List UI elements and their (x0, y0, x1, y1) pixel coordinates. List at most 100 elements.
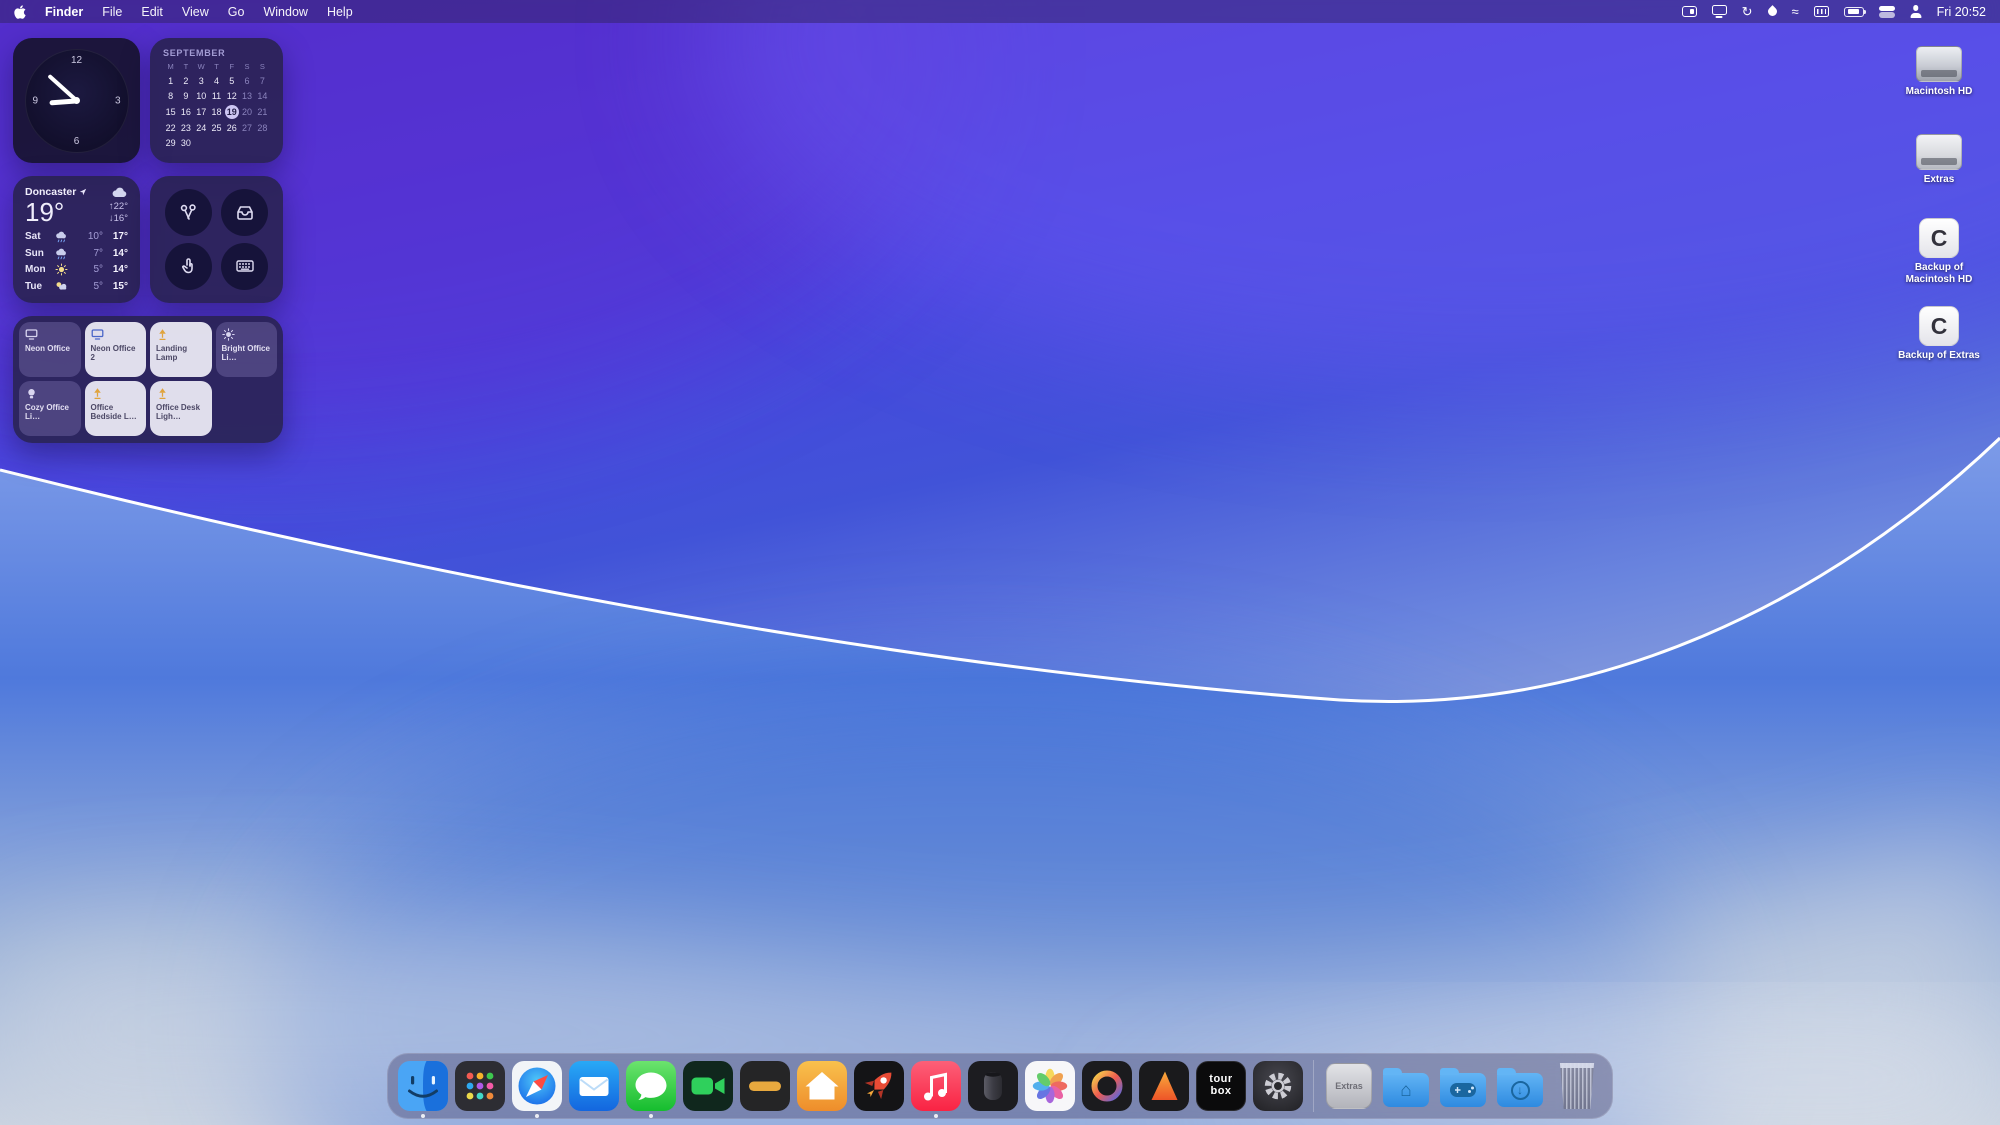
home-tile[interactable]: Landing Lamp (150, 322, 212, 377)
forecast-row: Tue 5° 15° (25, 278, 128, 295)
menu-bar: Finder File Edit View Go Window Help ↻ ≈… (0, 0, 2000, 23)
running-indicator (421, 1114, 425, 1118)
dock-gear-utility[interactable] (1253, 1061, 1303, 1111)
clock-numeral: 9 (33, 95, 39, 106)
tourbox-text-line2: box (1210, 1086, 1231, 1098)
menu-file[interactable]: File (102, 5, 122, 19)
calendar-cell: 21 (255, 104, 270, 120)
shortcut-button-keyboard[interactable] (221, 243, 268, 290)
dock-messages[interactable] (626, 1061, 676, 1111)
music-icon (911, 1061, 961, 1111)
dock-music[interactable] (911, 1061, 961, 1111)
shortcut-button-tap[interactable] (165, 243, 212, 290)
menu-edit[interactable]: Edit (141, 5, 163, 19)
clock-widget[interactable]: 12 3 6 9 (13, 38, 140, 163)
calendar-cell-empty (224, 135, 239, 151)
desktop-icon-label: Extras (1924, 174, 1955, 186)
dock-mail[interactable] (569, 1061, 619, 1111)
color-ring-app-icon (1082, 1061, 1132, 1111)
forecast-low: 7° (81, 248, 103, 259)
desktop-icon-backup-macintosh-hd[interactable]: C Backup of Macintosh HD (1880, 218, 1998, 286)
day-header: T (178, 62, 193, 71)
dock-home-folder[interactable]: ⌂ (1381, 1061, 1431, 1111)
dock-downloads-folder[interactable]: ↓ (1495, 1061, 1545, 1111)
home-tile[interactable]: Office Bedside L… (85, 381, 147, 436)
desktop-icon-macintosh-hd[interactable]: Macintosh HD (1880, 46, 1998, 98)
dock-home-app[interactable] (797, 1061, 847, 1111)
calendar-cell: 8 (163, 89, 178, 105)
dock-trash[interactable] (1552, 1061, 1602, 1111)
menu-app-name[interactable]: Finder (45, 5, 83, 19)
dock-yellow-band-app[interactable] (740, 1061, 790, 1111)
forecast-high: 15° (103, 281, 128, 292)
home-tile[interactable]: Bright Office Li… (216, 322, 278, 377)
dock-photos[interactable] (1025, 1061, 1075, 1111)
home-tile[interactable]: Neon Office 2 (85, 322, 147, 377)
menu-view[interactable]: View (182, 5, 209, 19)
display-icon[interactable] (1712, 5, 1727, 15)
keyboard-icon (235, 256, 255, 276)
home-tile[interactable]: Neon Office (19, 322, 81, 377)
dock-orange-flame-app[interactable] (1139, 1061, 1189, 1111)
menu-go[interactable]: Go (228, 5, 245, 19)
home-tile[interactable]: Office Desk Ligh… (150, 381, 212, 436)
home-widget: Neon Office Neon Office 2 Landing Lamp B… (13, 316, 283, 443)
calendar-cell: 14 (255, 89, 270, 105)
keyboard-icon[interactable] (1814, 6, 1829, 17)
weather-low: ↓16° (109, 213, 128, 225)
calendar-cell: 23 (178, 120, 193, 136)
dock-safari[interactable] (512, 1061, 562, 1111)
sync-icon[interactable]: ↻ (1742, 4, 1753, 20)
dock-color-ring-app[interactable] (1082, 1061, 1132, 1111)
trash-icon (1558, 1063, 1596, 1109)
screen-mirroring-icon[interactable] (1682, 6, 1697, 17)
scribble-icon[interactable]: ≈ (1792, 4, 1799, 20)
house-glyph: ⌂ (1400, 1081, 1411, 1100)
dock-homepod-app[interactable] (968, 1061, 1018, 1111)
battery-icon[interactable] (1844, 7, 1864, 17)
menu-window[interactable]: Window (263, 5, 307, 19)
shortcut-button-tray[interactable] (221, 189, 268, 236)
calendar-cell-today: 19 (225, 105, 239, 119)
calendar-cell: 22 (163, 120, 178, 136)
forecast-high: 14° (103, 264, 128, 275)
home-app-icon (797, 1061, 847, 1111)
shortcuts-widget[interactable] (150, 176, 283, 303)
calendar-cell: 17 (194, 104, 209, 120)
calendar-grid: 1 2 3 4 5 6 7 8 9 10 11 12 13 14 15 16 1… (163, 73, 270, 151)
desktop-icon-extras[interactable]: Extras (1880, 134, 1998, 186)
calendar-cell: 15 (163, 104, 178, 120)
dock-extras-stack[interactable]: Extras (1324, 1061, 1374, 1111)
dock-games-folder[interactable] (1438, 1061, 1488, 1111)
lamp-icon (156, 328, 169, 341)
calendar-widget[interactable]: SEPTEMBER M T W T F S S 1 2 3 4 5 6 7 8 … (150, 38, 283, 163)
user-switch-icon[interactable] (1910, 5, 1922, 18)
gear-icon (1253, 1061, 1303, 1111)
calendar-cell: 28 (255, 120, 270, 136)
dock-launchpad[interactable] (455, 1061, 505, 1111)
extras-stack-icon: Extras (1326, 1063, 1372, 1109)
weather-high: ↑22° (109, 201, 128, 213)
forecast-row: Mon 5° 14° (25, 262, 128, 279)
internal-drive-icon (1916, 46, 1962, 82)
shortcut-button-pins[interactable] (165, 189, 212, 236)
calendar-cell: 11 (209, 89, 224, 105)
forecast-day: Sun (25, 248, 52, 259)
weather-widget[interactable]: Doncaster 19° ↑22° ↓16° Sat 10° 17° Sun … (13, 176, 140, 303)
dock-rocket-app[interactable] (854, 1061, 904, 1111)
calendar-cell: 25 (209, 120, 224, 136)
calendar-cell-empty (239, 135, 254, 151)
desktop-icon-backup-extras[interactable]: C Backup of Extras (1880, 306, 1998, 362)
apple-logo-icon[interactable] (14, 4, 26, 20)
control-center-icon[interactable] (1879, 5, 1895, 19)
menu-help[interactable]: Help (327, 5, 353, 19)
home-tile[interactable]: Cozy Office Li… (19, 381, 81, 436)
forecast-row: Sun 7° 14° (25, 245, 128, 262)
dock-video-camera-app[interactable] (683, 1061, 733, 1111)
dock-tourbox[interactable]: tour box (1196, 1061, 1246, 1111)
dock-finder[interactable] (398, 1061, 448, 1111)
droplet-icon[interactable] (1766, 5, 1779, 18)
menu-clock[interactable]: Fri 20:52 (1937, 5, 1986, 19)
sun-icon (222, 328, 235, 341)
bulb-icon (25, 387, 38, 400)
